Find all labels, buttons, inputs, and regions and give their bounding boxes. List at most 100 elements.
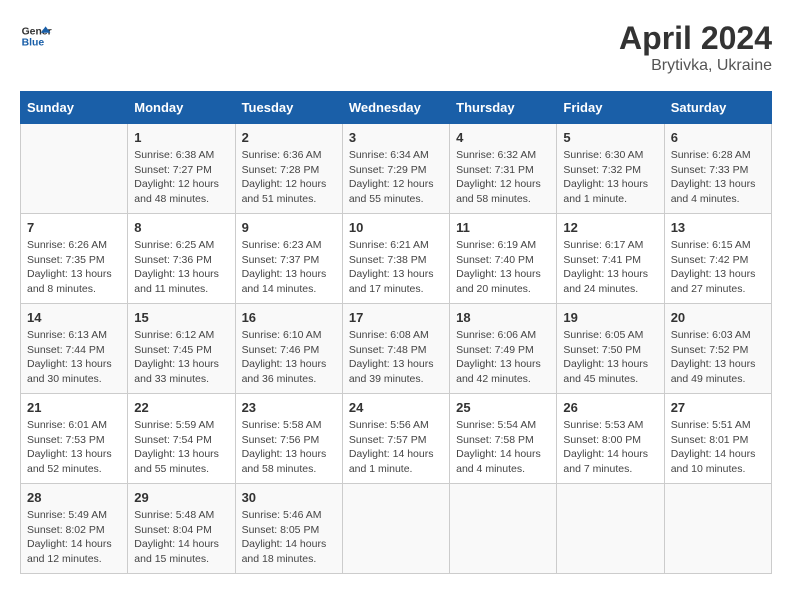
calendar-cell <box>557 484 664 574</box>
cell-daylight-info: Sunrise: 6:08 AM Sunset: 7:48 PM Dayligh… <box>349 328 443 387</box>
cell-daylight-info: Sunrise: 6:36 AM Sunset: 7:28 PM Dayligh… <box>242 148 336 207</box>
calendar-week-row: 14Sunrise: 6:13 AM Sunset: 7:44 PM Dayli… <box>21 304 772 394</box>
svg-text:Blue: Blue <box>22 38 45 49</box>
day-of-week-header: Monday <box>128 92 235 124</box>
calendar-cell: 28 Sunrise: 5:49 AM Sunset: 8:02 PM Dayli… <box>21 484 128 574</box>
calendar-body: 1 Sunrise: 6:38 AM Sunset: 7:27 PM Daylig… <box>21 124 772 574</box>
calendar-cell: 7Sunrise: 6:26 AM Sunset: 7:35 PM Daylig… <box>21 214 128 304</box>
day-number: 23 <box>242 400 336 415</box>
day-number: 20 <box>671 310 765 325</box>
cell-daylight-info: Sunrise: 6:26 AM Sunset: 7:35 PM Dayligh… <box>27 238 121 297</box>
calendar-week-row: 28 Sunrise: 5:49 AM Sunset: 8:02 PM Dayli… <box>21 484 772 574</box>
calendar-cell: 5 Sunrise: 6:30 AM Sunset: 7:32 PM Daylig… <box>557 124 664 214</box>
calendar-cell: 27 Sunrise: 5:51 AM Sunset: 8:01 PM Dayli… <box>664 394 771 484</box>
calendar-cell: 26 Sunrise: 5:53 AM Sunset: 8:00 PM Dayli… <box>557 394 664 484</box>
cell-daylight-info: Sunrise: 6:23 AM Sunset: 7:37 PM Dayligh… <box>242 238 336 297</box>
cell-daylight-info: Sunrise: 6:06 AM Sunset: 7:49 PM Dayligh… <box>456 328 550 387</box>
day-of-week-header: Sunday <box>21 92 128 124</box>
calendar-cell: 9 Sunrise: 6:23 AM Sunset: 7:37 PM Daylig… <box>235 214 342 304</box>
cell-daylight-info: Sunrise: 5:51 AM Sunset: 8:01 PM Dayligh… <box>671 418 765 477</box>
calendar-cell: 23 Sunrise: 5:58 AM Sunset: 7:56 PM Dayli… <box>235 394 342 484</box>
cell-daylight-info: Sunrise: 5:54 AM Sunset: 7:58 PM Dayligh… <box>456 418 550 477</box>
calendar-cell: 16Sunrise: 6:10 AM Sunset: 7:46 PM Dayli… <box>235 304 342 394</box>
cell-daylight-info: Sunrise: 6:34 AM Sunset: 7:29 PM Dayligh… <box>349 148 443 207</box>
calendar-cell: 4 Sunrise: 6:32 AM Sunset: 7:31 PM Daylig… <box>450 124 557 214</box>
day-number: 9 <box>242 220 336 235</box>
location-subtitle: Brytivka, Ukraine <box>619 57 772 75</box>
day-of-week-header: Saturday <box>664 92 771 124</box>
calendar-cell: 29 Sunrise: 5:48 AM Sunset: 8:04 PM Dayli… <box>128 484 235 574</box>
calendar-cell: 18 Sunrise: 6:06 AM Sunset: 7:49 PM Dayli… <box>450 304 557 394</box>
calendar-cell: 14Sunrise: 6:13 AM Sunset: 7:44 PM Dayli… <box>21 304 128 394</box>
day-number: 25 <box>456 400 550 415</box>
day-number: 21 <box>27 400 121 415</box>
cell-daylight-info: Sunrise: 6:21 AM Sunset: 7:38 PM Dayligh… <box>349 238 443 297</box>
day-number: 10 <box>349 220 443 235</box>
calendar-cell: 2 Sunrise: 6:36 AM Sunset: 7:28 PM Daylig… <box>235 124 342 214</box>
day-number: 5 <box>563 130 657 145</box>
calendar-cell <box>664 484 771 574</box>
calendar-week-row: 1 Sunrise: 6:38 AM Sunset: 7:27 PM Daylig… <box>21 124 772 214</box>
cell-daylight-info: Sunrise: 5:49 AM Sunset: 8:02 PM Dayligh… <box>27 508 121 567</box>
calendar-cell: 6 Sunrise: 6:28 AM Sunset: 7:33 PM Daylig… <box>664 124 771 214</box>
day-of-week-header: Tuesday <box>235 92 342 124</box>
day-number: 28 <box>27 490 121 505</box>
day-of-week-header: Wednesday <box>342 92 449 124</box>
day-number: 1 <box>134 130 228 145</box>
cell-daylight-info: Sunrise: 6:05 AM Sunset: 7:50 PM Dayligh… <box>563 328 657 387</box>
day-number: 30 <box>242 490 336 505</box>
calendar-week-row: 21 Sunrise: 6:01 AM Sunset: 7:53 PM Dayli… <box>21 394 772 484</box>
day-number: 19 <box>563 310 657 325</box>
calendar-cell: 21 Sunrise: 6:01 AM Sunset: 7:53 PM Dayli… <box>21 394 128 484</box>
calendar-week-row: 7Sunrise: 6:26 AM Sunset: 7:35 PM Daylig… <box>21 214 772 304</box>
calendar-cell: 3 Sunrise: 6:34 AM Sunset: 7:29 PM Daylig… <box>342 124 449 214</box>
generalblue-logo-icon: General Blue <box>20 20 52 52</box>
cell-daylight-info: Sunrise: 6:32 AM Sunset: 7:31 PM Dayligh… <box>456 148 550 207</box>
cell-daylight-info: Sunrise: 6:28 AM Sunset: 7:33 PM Dayligh… <box>671 148 765 207</box>
cell-daylight-info: Sunrise: 5:58 AM Sunset: 7:56 PM Dayligh… <box>242 418 336 477</box>
day-of-week-header: Friday <box>557 92 664 124</box>
day-number: 29 <box>134 490 228 505</box>
day-number: 8 <box>134 220 228 235</box>
day-number: 4 <box>456 130 550 145</box>
cell-daylight-info: Sunrise: 5:46 AM Sunset: 8:05 PM Dayligh… <box>242 508 336 567</box>
cell-daylight-info: Sunrise: 5:48 AM Sunset: 8:04 PM Dayligh… <box>134 508 228 567</box>
calendar-cell: 24Sunrise: 5:56 AM Sunset: 7:57 PM Dayli… <box>342 394 449 484</box>
day-number: 3 <box>349 130 443 145</box>
day-number: 27 <box>671 400 765 415</box>
cell-daylight-info: Sunrise: 6:01 AM Sunset: 7:53 PM Dayligh… <box>27 418 121 477</box>
cell-daylight-info: Sunrise: 5:53 AM Sunset: 8:00 PM Dayligh… <box>563 418 657 477</box>
calendar-cell: 8 Sunrise: 6:25 AM Sunset: 7:36 PM Daylig… <box>128 214 235 304</box>
calendar-cell: 22Sunrise: 5:59 AM Sunset: 7:54 PM Dayli… <box>128 394 235 484</box>
calendar-cell: 10 Sunrise: 6:21 AM Sunset: 7:38 PM Dayli… <box>342 214 449 304</box>
day-number: 2 <box>242 130 336 145</box>
logo: General Blue <box>20 20 52 52</box>
calendar-cell: 12Sunrise: 6:17 AM Sunset: 7:41 PM Dayli… <box>557 214 664 304</box>
day-number: 15 <box>134 310 228 325</box>
day-number: 18 <box>456 310 550 325</box>
cell-daylight-info: Sunrise: 6:15 AM Sunset: 7:42 PM Dayligh… <box>671 238 765 297</box>
cell-daylight-info: Sunrise: 6:13 AM Sunset: 7:44 PM Dayligh… <box>27 328 121 387</box>
cell-daylight-info: Sunrise: 6:30 AM Sunset: 7:32 PM Dayligh… <box>563 148 657 207</box>
day-number: 17 <box>349 310 443 325</box>
calendar-cell <box>342 484 449 574</box>
page-header: General Blue April 2024 Brytivka, Ukrain… <box>20 20 772 75</box>
cell-daylight-info: Sunrise: 6:25 AM Sunset: 7:36 PM Dayligh… <box>134 238 228 297</box>
day-number: 13 <box>671 220 765 235</box>
calendar-cell: 1 Sunrise: 6:38 AM Sunset: 7:27 PM Daylig… <box>128 124 235 214</box>
calendar-cell: 11Sunrise: 6:19 AM Sunset: 7:40 PM Dayli… <box>450 214 557 304</box>
cell-daylight-info: Sunrise: 6:17 AM Sunset: 7:41 PM Dayligh… <box>563 238 657 297</box>
day-number: 11 <box>456 220 550 235</box>
day-number: 6 <box>671 130 765 145</box>
title-block: April 2024 Brytivka, Ukraine <box>619 20 772 75</box>
calendar-cell <box>450 484 557 574</box>
cell-daylight-info: Sunrise: 6:38 AM Sunset: 7:27 PM Dayligh… <box>134 148 228 207</box>
cell-daylight-info: Sunrise: 5:56 AM Sunset: 7:57 PM Dayligh… <box>349 418 443 477</box>
day-number: 26 <box>563 400 657 415</box>
calendar-cell: 17 Sunrise: 6:08 AM Sunset: 7:48 PM Dayli… <box>342 304 449 394</box>
month-year-title: April 2024 <box>619 20 772 57</box>
calendar-cell: 15Sunrise: 6:12 AM Sunset: 7:45 PM Dayli… <box>128 304 235 394</box>
cell-daylight-info: Sunrise: 6:10 AM Sunset: 7:46 PM Dayligh… <box>242 328 336 387</box>
calendar-header: SundayMondayTuesdayWednesdayThursdayFrid… <box>21 92 772 124</box>
calendar-cell: 20Sunrise: 6:03 AM Sunset: 7:52 PM Dayli… <box>664 304 771 394</box>
